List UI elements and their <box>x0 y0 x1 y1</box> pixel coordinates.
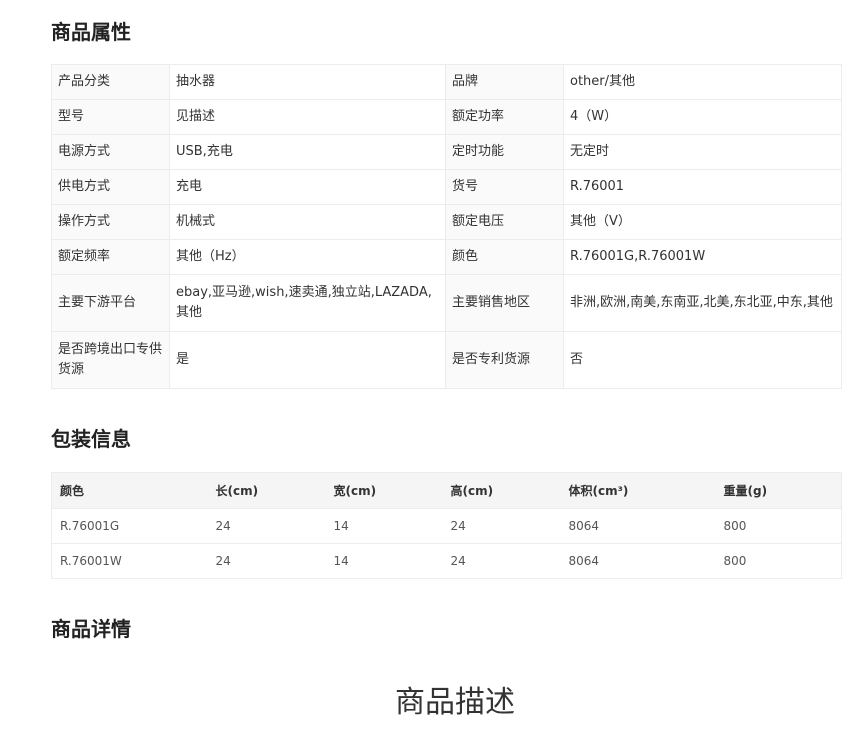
product-description-heading: 商品描述 <box>395 685 515 720</box>
attribute-value: USB,充电 <box>169 134 446 170</box>
attribute-value: 无定时 <box>563 134 842 170</box>
attribute-label: 产品分类 <box>51 64 170 100</box>
attribute-row: 型号 见描述 额定功率 4（W） <box>51 99 842 135</box>
attribute-label: 型号 <box>51 99 170 135</box>
packaging-cell: R.76001W <box>51 543 208 579</box>
attribute-row: 产品分类 抽水器 品牌 other/其他 <box>51 64 842 100</box>
attribute-label: 颜色 <box>445 239 564 275</box>
attribute-row: 操作方式 机械式 额定电压 其他（V） <box>51 204 842 240</box>
packaging-header-row: 颜色 长(cm) 宽(cm) 高(cm) 体积(cm³) 重量(g) <box>51 472 842 509</box>
attribute-value: 其他（V） <box>563 204 842 240</box>
packaging-info-title: 包装信息 <box>51 427 131 451</box>
attribute-label: 额定频率 <box>51 239 170 275</box>
attribute-label: 电源方式 <box>51 134 170 170</box>
attribute-label: 是否专利货源 <box>445 331 564 389</box>
attribute-label: 额定电压 <box>445 204 564 240</box>
packaging-header-width: 宽(cm) <box>325 472 443 509</box>
attribute-value: 是 <box>169 331 446 389</box>
product-attributes-table: 产品分类 抽水器 品牌 other/其他 型号 见描述 额定功率 4（W） 电源… <box>51 64 842 389</box>
attribute-label: 操作方式 <box>51 204 170 240</box>
attribute-label: 主要下游平台 <box>51 274 170 332</box>
attribute-value: 机械式 <box>169 204 446 240</box>
attribute-label: 额定功率 <box>445 99 564 135</box>
packaging-header-length: 长(cm) <box>207 472 326 509</box>
packaging-info-table: 颜色 长(cm) 宽(cm) 高(cm) 体积(cm³) 重量(g) R.760… <box>51 472 842 579</box>
table-row: R.76001G 24 14 24 8064 800 <box>51 508 842 544</box>
packaging-cell: 24 <box>442 543 561 579</box>
attribute-value: R.76001 <box>563 169 842 205</box>
attribute-label: 定时功能 <box>445 134 564 170</box>
packaging-cell: 800 <box>715 543 842 579</box>
attribute-value: 非洲,欧洲,南美,东南亚,北美,东北亚,中东,其他 <box>563 274 842 332</box>
packaging-cell: 8064 <box>560 543 716 579</box>
attribute-label: 供电方式 <box>51 169 170 205</box>
packaging-cell: 14 <box>325 543 443 579</box>
product-attributes-title: 商品属性 <box>51 20 131 44</box>
packaging-header-height: 高(cm) <box>442 472 561 509</box>
attribute-value: 抽水器 <box>169 64 446 100</box>
attribute-value: R.76001G,R.76001W <box>563 239 842 275</box>
attribute-value: ebay,亚马逊,wish,速卖通,独立站,LAZADA,其他 <box>169 274 446 332</box>
table-row: R.76001W 24 14 24 8064 800 <box>51 543 842 579</box>
attribute-row: 主要下游平台 ebay,亚马逊,wish,速卖通,独立站,LAZADA,其他 主… <box>51 274 842 332</box>
attribute-value: 4（W） <box>563 99 842 135</box>
attribute-value: 充电 <box>169 169 446 205</box>
attribute-value: other/其他 <box>563 64 842 100</box>
attribute-row: 是否跨境出口专供货源 是 是否专利货源 否 <box>51 331 842 389</box>
product-details-title: 商品详情 <box>51 617 131 641</box>
attribute-value: 否 <box>563 331 842 389</box>
packaging-cell: 24 <box>207 508 326 544</box>
attribute-row: 额定频率 其他（Hz） 颜色 R.76001G,R.76001W <box>51 239 842 275</box>
packaging-cell: 14 <box>325 508 443 544</box>
attribute-row: 供电方式 充电 货号 R.76001 <box>51 169 842 205</box>
attribute-value: 见描述 <box>169 99 446 135</box>
attribute-value: 其他（Hz） <box>169 239 446 275</box>
attribute-label: 品牌 <box>445 64 564 100</box>
attribute-label: 货号 <box>445 169 564 205</box>
packaging-header-volume: 体积(cm³) <box>560 472 716 509</box>
attribute-label: 是否跨境出口专供货源 <box>51 331 170 389</box>
packaging-cell: 24 <box>207 543 326 579</box>
attribute-label: 主要销售地区 <box>445 274 564 332</box>
packaging-cell: 24 <box>442 508 561 544</box>
packaging-cell: 800 <box>715 508 842 544</box>
packaging-header-color: 颜色 <box>51 472 208 509</box>
packaging-cell: 8064 <box>560 508 716 544</box>
attribute-row: 电源方式 USB,充电 定时功能 无定时 <box>51 134 842 170</box>
packaging-cell: R.76001G <box>51 508 208 544</box>
packaging-header-weight: 重量(g) <box>715 472 842 509</box>
